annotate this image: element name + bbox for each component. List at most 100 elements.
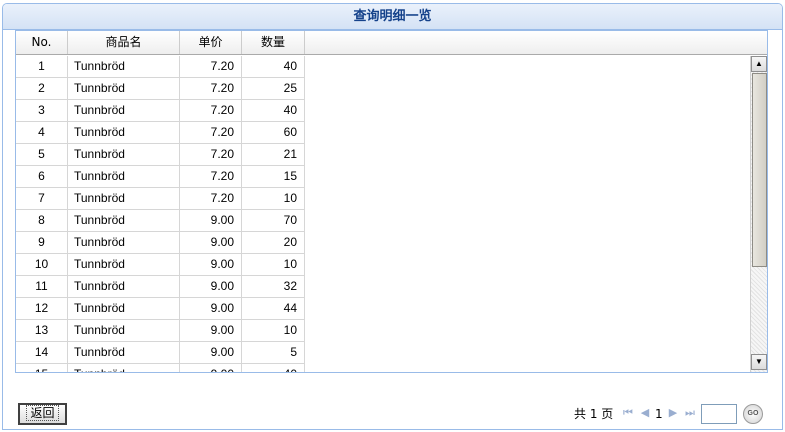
cell-product-name: Tunnbröd — [68, 100, 180, 121]
column-header-quantity[interactable]: 数量 — [242, 31, 305, 54]
cell-quantity: 25 — [242, 78, 305, 99]
cell-quantity: 10 — [242, 188, 305, 209]
cell-unit-price: 7.20 — [180, 144, 242, 165]
current-page-number: 1 — [655, 407, 663, 421]
cell-no: 11 — [16, 276, 68, 297]
table-row[interactable]: 1 Tunnbröd 7.20 40 — [16, 56, 305, 78]
cell-no: 5 — [16, 144, 68, 165]
cell-quantity: 10 — [242, 254, 305, 275]
cell-no: 10 — [16, 254, 68, 275]
cell-no: 15 — [16, 364, 68, 372]
cell-unit-price: 9.00 — [180, 232, 242, 253]
cell-product-name: Tunnbröd — [68, 166, 180, 187]
cell-product-name: Tunnbröd — [68, 78, 180, 99]
cell-quantity: 15 — [242, 166, 305, 187]
cell-product-name: Tunnbröd — [68, 254, 180, 275]
cell-quantity: 44 — [242, 298, 305, 319]
table-row[interactable]: 15Tunnbröd9.0040 — [16, 364, 305, 372]
grid-body: 1 Tunnbröd 7.20 40 2 Tunnbröd 7.20 25 3 Tunnbröd 7… — [16, 56, 750, 372]
cell-no: 7 — [16, 188, 68, 209]
cell-product-name: Tunnbröd — [68, 342, 180, 363]
table-row[interactable]: 8 Tunnbröd 9.00 70 — [16, 210, 305, 232]
cell-quantity: 60 — [242, 122, 305, 143]
cell-unit-price: 7.20 — [180, 56, 242, 77]
column-header-product-name[interactable]: 商品名 — [68, 31, 180, 54]
table-row[interactable]: 4 Tunnbröd 7.20 60 — [16, 122, 305, 144]
cell-unit-price: 7.20 — [180, 166, 242, 187]
cell-quantity: 70 — [242, 210, 305, 231]
table-row[interactable]: 11 Tunnbröd 9.00 32 — [16, 276, 305, 298]
table-row[interactable]: 10 Tunnbröd 9.00 10 — [16, 254, 305, 276]
table-row[interactable]: 2 Tunnbröd 7.20 25 — [16, 78, 305, 100]
back-button-label: 返回 — [26, 405, 59, 421]
cell-product-name: Tunnbröd — [68, 364, 180, 372]
panel-title: 查询明细一览 — [3, 4, 782, 30]
table-row[interactable]: 7 Tunnbröd 7.20 10 — [16, 188, 305, 210]
cell-unit-price: 7.20 — [180, 122, 242, 143]
cell-unit-price: 7.20 — [180, 78, 242, 99]
cell-quantity: 21 — [242, 144, 305, 165]
cell-product-name: Tunnbröd — [68, 276, 180, 297]
column-header-unit-price[interactable]: 单价 — [180, 31, 242, 54]
column-header-no[interactable]: No. — [16, 31, 68, 54]
detail-grid: No. 商品名 单价 数量 1 Tunnbröd 7.20 40 2 Tunnbröd 7.… — [15, 30, 768, 373]
go-button[interactable]: GO — [743, 404, 763, 424]
cell-unit-price: 9.00 — [180, 298, 242, 319]
vertical-scroll-thumb[interactable] — [752, 73, 767, 267]
cell-product-name: Tunnbröd — [68, 144, 180, 165]
back-button[interactable]: 返回 — [18, 403, 67, 425]
cell-no: 13 — [16, 320, 68, 341]
cell-no: 6 — [16, 166, 68, 187]
cell-no: 1 — [16, 56, 68, 77]
cell-quantity: 20 — [242, 232, 305, 253]
cell-quantity: 40 — [242, 100, 305, 121]
cell-unit-price: 9.00 — [180, 210, 242, 231]
cell-product-name: Tunnbröd — [68, 232, 180, 253]
table-row[interactable]: 14 Tunnbröd 9.00 5 — [16, 342, 305, 364]
cell-unit-price: 9.00 — [180, 254, 242, 275]
scroll-right-icon[interactable]: ▶ — [733, 372, 749, 373]
table-row[interactable]: 9 Tunnbröd 9.00 20 — [16, 232, 305, 254]
cell-no: 3 — [16, 100, 68, 121]
next-page-icon[interactable]: ▶ — [667, 405, 679, 421]
scroll-left-icon[interactable]: ◀ — [16, 372, 32, 373]
horizontal-scrollbar[interactable]: ◀ ▶ — [16, 372, 750, 373]
cell-unit-price: 7.20 — [180, 100, 242, 121]
cell-no: 9 — [16, 232, 68, 253]
table-row[interactable]: 6 Tunnbröd 7.20 15 — [16, 166, 305, 188]
page-number-input[interactable] — [701, 404, 737, 424]
last-page-icon[interactable]: ⏭ — [684, 405, 696, 421]
total-pages-text: 共 1 页 — [574, 407, 614, 421]
table-row[interactable]: 13 Tunnbröd 9.00 10 — [16, 320, 305, 342]
cell-no: 4 — [16, 122, 68, 143]
scroll-down-icon[interactable]: ▼ — [751, 354, 767, 370]
scroll-up-icon[interactable]: ▲ — [751, 56, 767, 72]
cell-unit-price: 7.20 — [180, 188, 242, 209]
cell-quantity: 40 — [242, 364, 305, 372]
cell-quantity: 10 — [242, 320, 305, 341]
cell-no: 8 — [16, 210, 68, 231]
cell-product-name: Tunnbröd — [68, 188, 180, 209]
table-row[interactable]: 5 Tunnbröd 7.20 21 — [16, 144, 305, 166]
table-row[interactable]: 12 Tunnbröd 9.00 44 — [16, 298, 305, 320]
first-page-icon[interactable]: ⏮ — [622, 405, 634, 421]
vertical-scrollbar[interactable]: ▲ ▼ — [750, 56, 767, 372]
cell-no: 14 — [16, 342, 68, 363]
cell-no: 2 — [16, 78, 68, 99]
cell-quantity: 32 — [242, 276, 305, 297]
grid-header: No. 商品名 单价 数量 — [16, 31, 767, 55]
cell-quantity: 5 — [242, 342, 305, 363]
table-row[interactable]: 3 Tunnbröd 7.20 40 — [16, 100, 305, 122]
cell-product-name: Tunnbröd — [68, 320, 180, 341]
cell-product-name: Tunnbröd — [68, 210, 180, 231]
cell-product-name: Tunnbröd — [68, 298, 180, 319]
cell-quantity: 40 — [242, 56, 305, 77]
prev-page-icon[interactable]: ◀ — [639, 405, 651, 421]
cell-no: 12 — [16, 298, 68, 319]
cell-unit-price: 9.00 — [180, 276, 242, 297]
cell-unit-price: 9.00 — [180, 342, 242, 363]
cell-product-name: Tunnbröd — [68, 122, 180, 143]
cell-product-name: Tunnbröd — [68, 56, 180, 77]
cell-unit-price: 9.00 — [180, 364, 242, 372]
cell-unit-price: 9.00 — [180, 320, 242, 341]
